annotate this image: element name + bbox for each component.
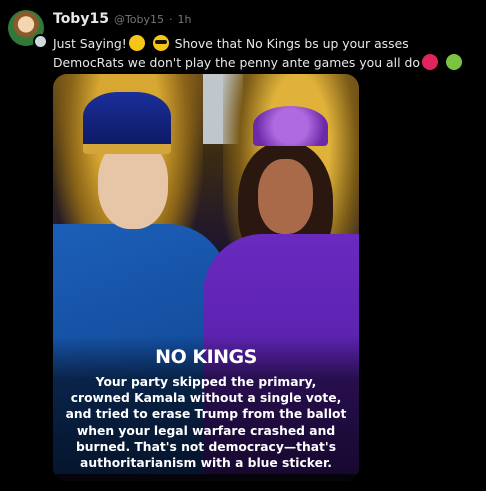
post-text: Just Saying! Shove that No Kings bs up y…: [53, 34, 478, 72]
post-text-part1: Just Saying!: [53, 36, 127, 51]
angry-face-emoji: [421, 54, 438, 70]
author-handle[interactable]: @Toby15: [114, 13, 164, 26]
thinking-face-emoji: [128, 35, 145, 51]
post[interactable]: Toby15 @Toby15 · 1h Just Saying! Shove t…: [0, 0, 486, 491]
separator: ·: [169, 13, 173, 26]
badge-icon: [33, 34, 48, 49]
crown-right: [253, 106, 328, 146]
crown-left: [83, 92, 171, 154]
image-headline: NO KINGS: [155, 346, 257, 368]
image-caption: Your party skipped the primary, crowned …: [65, 375, 347, 471]
nauseated-face-emoji: [445, 54, 462, 70]
figure-right-face: [258, 159, 313, 234]
sunglasses-emoji: [152, 35, 169, 51]
author-name[interactable]: Toby15: [53, 11, 109, 27]
post-image[interactable]: NO KINGS Your party skipped the primary,…: [53, 74, 359, 481]
post-time[interactable]: 1h: [178, 13, 192, 26]
post-header: Toby15 @Toby15 · 1h: [53, 11, 192, 27]
